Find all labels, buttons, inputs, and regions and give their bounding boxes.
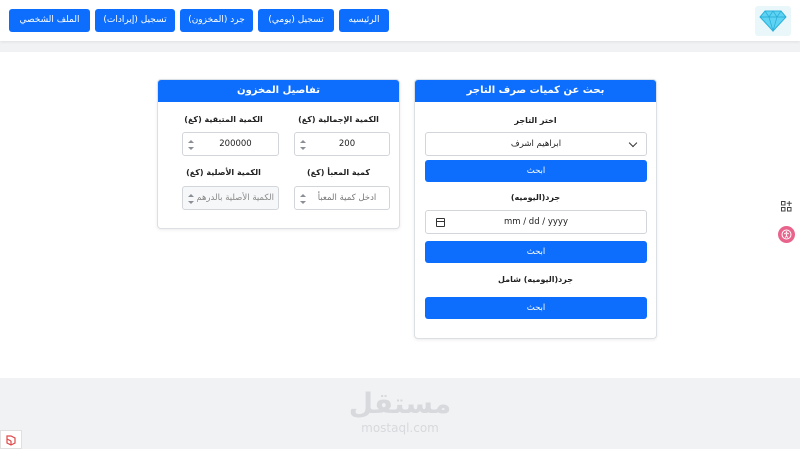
merchant-select-value: ابراهيم اشرف <box>510 139 562 149</box>
date-placeholder: mm / dd / yyyy <box>503 217 568 227</box>
chevron-down-icon <box>628 138 638 148</box>
inventory-details-card: تفاصيل المخزون الكمية الإجمالية (كغ) 200… <box>157 79 400 229</box>
debug-bar-icon[interactable] <box>0 430 22 449</box>
top-navbar: الرئيسيه تسجيل (يومي) جرد (المخزون) تسجي… <box>0 0 800 41</box>
remaining-qty-input[interactable]: 200000 <box>182 132 279 156</box>
accessibility-icon[interactable] <box>778 226 795 243</box>
nav-inventory-count-button[interactable]: جرد (المخزون) <box>180 9 253 32</box>
main-content <box>0 52 800 378</box>
original-qty-placeholder: الكمية الأصلية بالدرهم <box>197 193 274 203</box>
diamond-logo-icon[interactable] <box>755 6 791 36</box>
nav-revenue-entry-button[interactable]: تسجيل (إيرادات) <box>95 9 175 32</box>
inventory-details-card-title: تفاصيل المخزون <box>158 80 399 102</box>
merchant-search-card-title: بحث عن كميات صرف التاجر <box>415 80 656 102</box>
remaining-qty-value: 200000 <box>219 139 252 149</box>
packed-qty-input[interactable]: ادخل كمية المعبأ <box>294 186 390 210</box>
spinner-icon <box>188 194 194 204</box>
calendar-icon[interactable] <box>436 218 445 227</box>
total-qty-label: الكمية الإجمالية (كغ) <box>298 115 379 124</box>
remaining-qty-label: الكمية المتبقية (كغ) <box>184 115 263 124</box>
merchant-search-card: بحث عن كميات صرف التاجر اختر التاجر ابرا… <box>414 79 657 339</box>
daily-full-inventory-label: جرد(اليوميه) شامل <box>497 275 573 284</box>
spinner-icon[interactable] <box>188 140 194 150</box>
total-qty-value: 200 <box>338 139 356 149</box>
packed-qty-placeholder: ادخل كمية المعبأ <box>317 193 377 203</box>
nav-profile-button[interactable]: الملف الشخصي <box>9 9 90 32</box>
spinner-icon[interactable] <box>300 194 306 204</box>
daily-inventory-label: جرد(اليوميه) <box>510 193 561 202</box>
watermark: مستقل mostaql.com <box>300 388 500 443</box>
merchant-search-button[interactable]: ابحث <box>425 160 647 182</box>
nav-daily-entry-button[interactable]: تسجيل (يومي) <box>258 9 334 32</box>
packed-qty-label: كمية المعبأ (كغ) <box>306 168 371 177</box>
daily-full-search-button[interactable]: ابحث <box>425 297 647 319</box>
spinner-icon[interactable] <box>300 140 306 150</box>
watermark-latin: mostaql.com <box>361 421 439 435</box>
original-qty-label: الكمية الأصلية (كغ) <box>186 168 261 177</box>
nav-home-button[interactable]: الرئيسيه <box>339 9 389 32</box>
merchant-select-label: اختر التاجر <box>514 116 557 125</box>
daily-search-button[interactable]: ابحث <box>425 241 647 263</box>
grid-plus-icon[interactable] <box>778 198 795 215</box>
date-input[interactable]: mm / dd / yyyy <box>425 210 647 234</box>
total-qty-input[interactable]: 200 <box>294 132 390 156</box>
merchant-select[interactable]: ابراهيم اشرف <box>425 132 647 156</box>
original-qty-input: الكمية الأصلية بالدرهم <box>182 186 279 210</box>
watermark-arabic: مستقل <box>348 387 452 420</box>
